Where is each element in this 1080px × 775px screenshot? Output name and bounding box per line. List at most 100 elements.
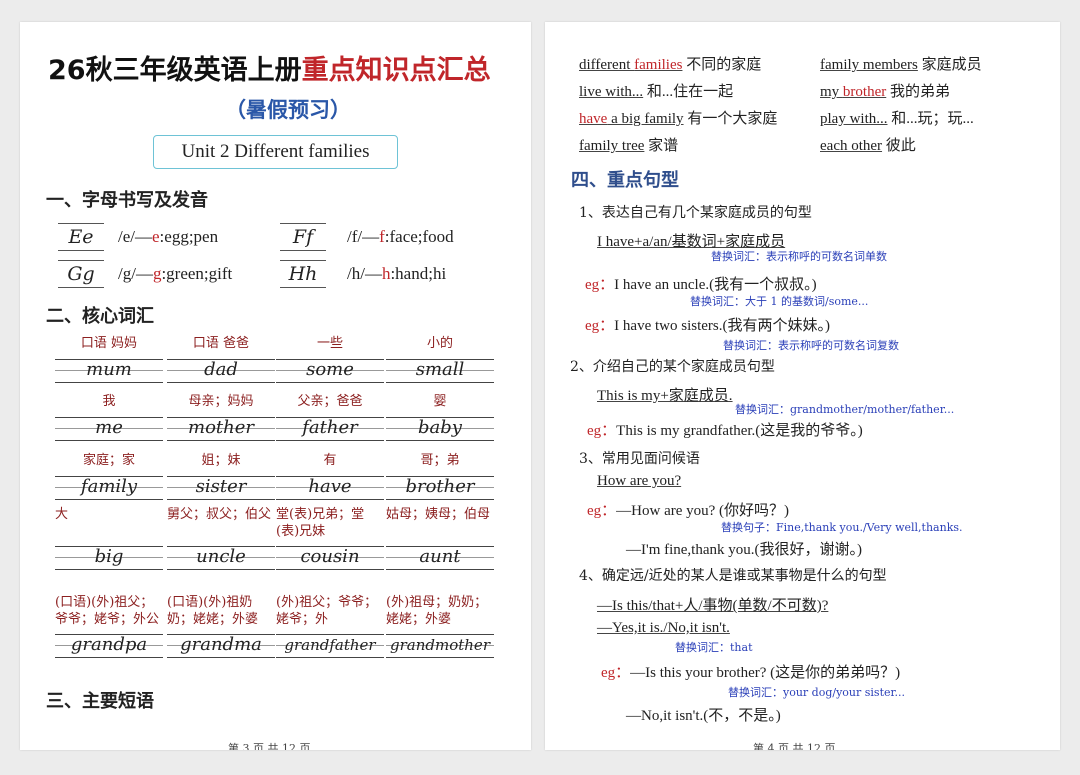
- vocab-english: family: [80, 476, 138, 497]
- vocab-item: (口语)(外)祖父；爷爷；姥爷；外公 grandpa: [55, 594, 163, 658]
- vocab-english: mum: [86, 359, 132, 380]
- vocab-chinese: 口语 爸爸: [192, 336, 250, 351]
- letter-phonics: /e/—e:egg;pen: [118, 227, 219, 246]
- phrase-item: family tree 家谱: [579, 138, 679, 154]
- vocab-english: baby: [418, 417, 462, 438]
- substitution-hint: 替换词汇：that: [675, 641, 753, 654]
- example-sentence: eg：—How are you? (你好吗？): [587, 503, 790, 519]
- vocab-chinese: (口语)(外)祖父；爷爷；姥爷；外公: [55, 595, 160, 627]
- pattern-title: 1、表达自己有几个某家庭成员的句型: [579, 205, 812, 221]
- vocab-english: some: [306, 359, 354, 380]
- vocab-chinese: 一些: [316, 336, 343, 351]
- substitution-hint: 替换词汇：your dog/your sister...: [728, 686, 906, 699]
- letter-phonics: /h/—h:hand;hi: [347, 264, 447, 283]
- phrase-item: family members 家庭成员: [820, 57, 982, 73]
- vocab-chinese: 家庭；家: [82, 453, 135, 468]
- vocab-english: grandfather: [284, 636, 376, 654]
- pattern-title: 4、确定远/近处的某人是谁或某事物是什么的句型: [579, 568, 887, 584]
- vocab-item: 舅父；叔父；伯父 uncle: [167, 506, 275, 570]
- phrase-item: my brother 我的弟弟: [820, 84, 951, 100]
- vocab-english: aunt: [419, 546, 461, 567]
- vocab-item: 小的 small: [386, 335, 494, 383]
- pattern-formula: —Yes,it is./No,it isn't.: [597, 620, 730, 636]
- phrase-item: play with... 和...玩；玩...: [820, 111, 974, 127]
- vocab-english: me: [95, 417, 123, 438]
- vocab-chinese: 姐；妹: [201, 453, 241, 468]
- example-sentence: eg：This is my grandfather.(这是我的爷爷。): [587, 423, 863, 439]
- letter-glyph: Hh: [280, 260, 326, 288]
- example-sentence: eg：—Is this your brother? (这是你的弟弟吗？): [601, 665, 901, 681]
- vocab-english: small: [415, 359, 465, 380]
- phrase-item: each other 彼此: [820, 138, 916, 154]
- vocab-english: grandmother: [390, 636, 490, 654]
- vocab-english: mother: [188, 417, 254, 438]
- vocab-item: 我 me: [55, 393, 163, 441]
- vocab-chinese: 父亲；爸爸: [297, 394, 363, 409]
- phrase-item: have a big family 有一个大家庭: [579, 111, 778, 127]
- vocab-chinese: 口语 妈妈: [80, 336, 138, 351]
- vocab-item: (外)祖父；爷爷；姥爷；外 grandfather: [276, 594, 384, 658]
- vocab-chinese: 堂(表)兄弟；堂(表)兄妹: [276, 507, 365, 539]
- letter-phonics: /g/—g:green;gift: [118, 264, 233, 283]
- section-phrases-heading: 三、主要短语: [46, 691, 154, 712]
- vocab-english: sister: [195, 476, 247, 497]
- page-number: 第 4 页 共 12 页: [753, 742, 836, 750]
- page-number: 第 3 页 共 12 页: [228, 742, 311, 750]
- vocab-item: 姐；妹 sister: [167, 452, 275, 500]
- substitution-hint: 替换词汇：表示称呼的可数名词复数: [723, 339, 899, 352]
- vocab-chinese: (外)祖母；奶奶；姥姥；外婆: [386, 595, 488, 627]
- unit-title: Unit 2 Different families: [153, 135, 398, 169]
- vocab-chinese: 母亲；妈妈: [188, 394, 254, 409]
- vocab-item: 有 have: [276, 452, 384, 500]
- example-sentence: —I'm fine,thank you.(我很好，谢谢。): [626, 542, 863, 558]
- letter-phonics: /f/—f:face;food: [347, 227, 454, 246]
- pattern-formula: —Is this/that+人/事物(单数/不可数)?: [597, 598, 829, 614]
- vocab-item: 口语 爸爸 dad: [167, 335, 275, 383]
- pattern-title: 3、常用见面问候语: [579, 451, 700, 467]
- vocab-chinese: 舅父；叔父；伯父: [167, 507, 272, 522]
- vocab-item: (外)祖母；奶奶；姥姥；外婆 grandmother: [386, 594, 494, 658]
- vocab-chinese: 哥；弟: [420, 453, 460, 468]
- right-page: different families 不同的家庭 family members …: [545, 22, 1060, 750]
- vocab-chinese: 姑母；姨母；伯母: [386, 507, 491, 522]
- vocab-item: 口语 妈妈 mum: [55, 335, 163, 383]
- vocab-chinese: 我: [102, 394, 116, 409]
- vocab-chinese: 有: [323, 453, 337, 468]
- letter-glyph: Gg: [58, 260, 104, 288]
- letter-glyph: Ff: [280, 223, 326, 251]
- substitution-hint: 替换句子：Fine,thank you./Very well,thanks.: [721, 521, 963, 534]
- section-letters-heading: 一、字母书写及发音: [46, 190, 208, 211]
- vocab-chinese: 小的: [426, 336, 453, 351]
- vocab-item: 婴 baby: [386, 393, 494, 441]
- subtitle: （暑假预习）: [225, 98, 351, 122]
- vocab-english: dad: [204, 359, 238, 380]
- left-page: 26秋三年级英语上册重点知识点汇总 （暑假预习） Unit 2 Differen…: [20, 22, 531, 750]
- phrase-item: different families 不同的家庭: [579, 57, 762, 73]
- section-sentences-heading: 四、重点句型: [571, 170, 679, 191]
- vocab-item: (口语)(外)祖奶奶；姥姥；外婆 grandma: [167, 594, 275, 658]
- vocab-item: 一些 some: [276, 335, 384, 383]
- section-vocab-heading: 二、核心词汇: [46, 306, 154, 327]
- vocab-chinese: 婴: [433, 394, 447, 409]
- vocab-english: cousin: [300, 546, 360, 567]
- vocab-english: grandma: [180, 634, 262, 655]
- vocab-item: 家庭；家 family: [55, 452, 163, 500]
- vocab-english: father: [302, 417, 358, 438]
- phrase-item: live with... 和...住在一起: [579, 84, 734, 100]
- vocab-item: 姑母；姨母；伯母 aunt: [386, 506, 494, 570]
- vocab-english: uncle: [196, 546, 246, 567]
- letter-glyph: Ee: [58, 223, 104, 251]
- substitution-hint: 替换词汇：大于 1 的基数词/some...: [690, 295, 869, 308]
- vocab-item: 大 big: [55, 506, 163, 570]
- vocab-item: 堂(表)兄弟；堂(表)兄妹 cousin: [276, 506, 384, 570]
- vocab-chinese: (口语)(外)祖奶奶；姥姥；外婆: [167, 595, 259, 627]
- vocab-chinese: (外)祖父；爷爷；姥爷；外: [276, 595, 378, 627]
- example-sentence: eg：I have an uncle.(我有一个叔叔。): [585, 277, 817, 293]
- example-sentence: —No,it isn't.(不，不是。): [626, 708, 781, 724]
- vocab-item: 父亲；爸爸 father: [276, 393, 384, 441]
- pattern-formula: This is my+家庭成员.: [597, 388, 733, 404]
- substitution-hint: 替换词汇：表示称呼的可数名词单数: [711, 250, 887, 263]
- vocab-english: grandpa: [70, 634, 148, 655]
- vocab-english: brother: [405, 476, 475, 497]
- vocab-item: 哥；弟 brother: [386, 452, 494, 500]
